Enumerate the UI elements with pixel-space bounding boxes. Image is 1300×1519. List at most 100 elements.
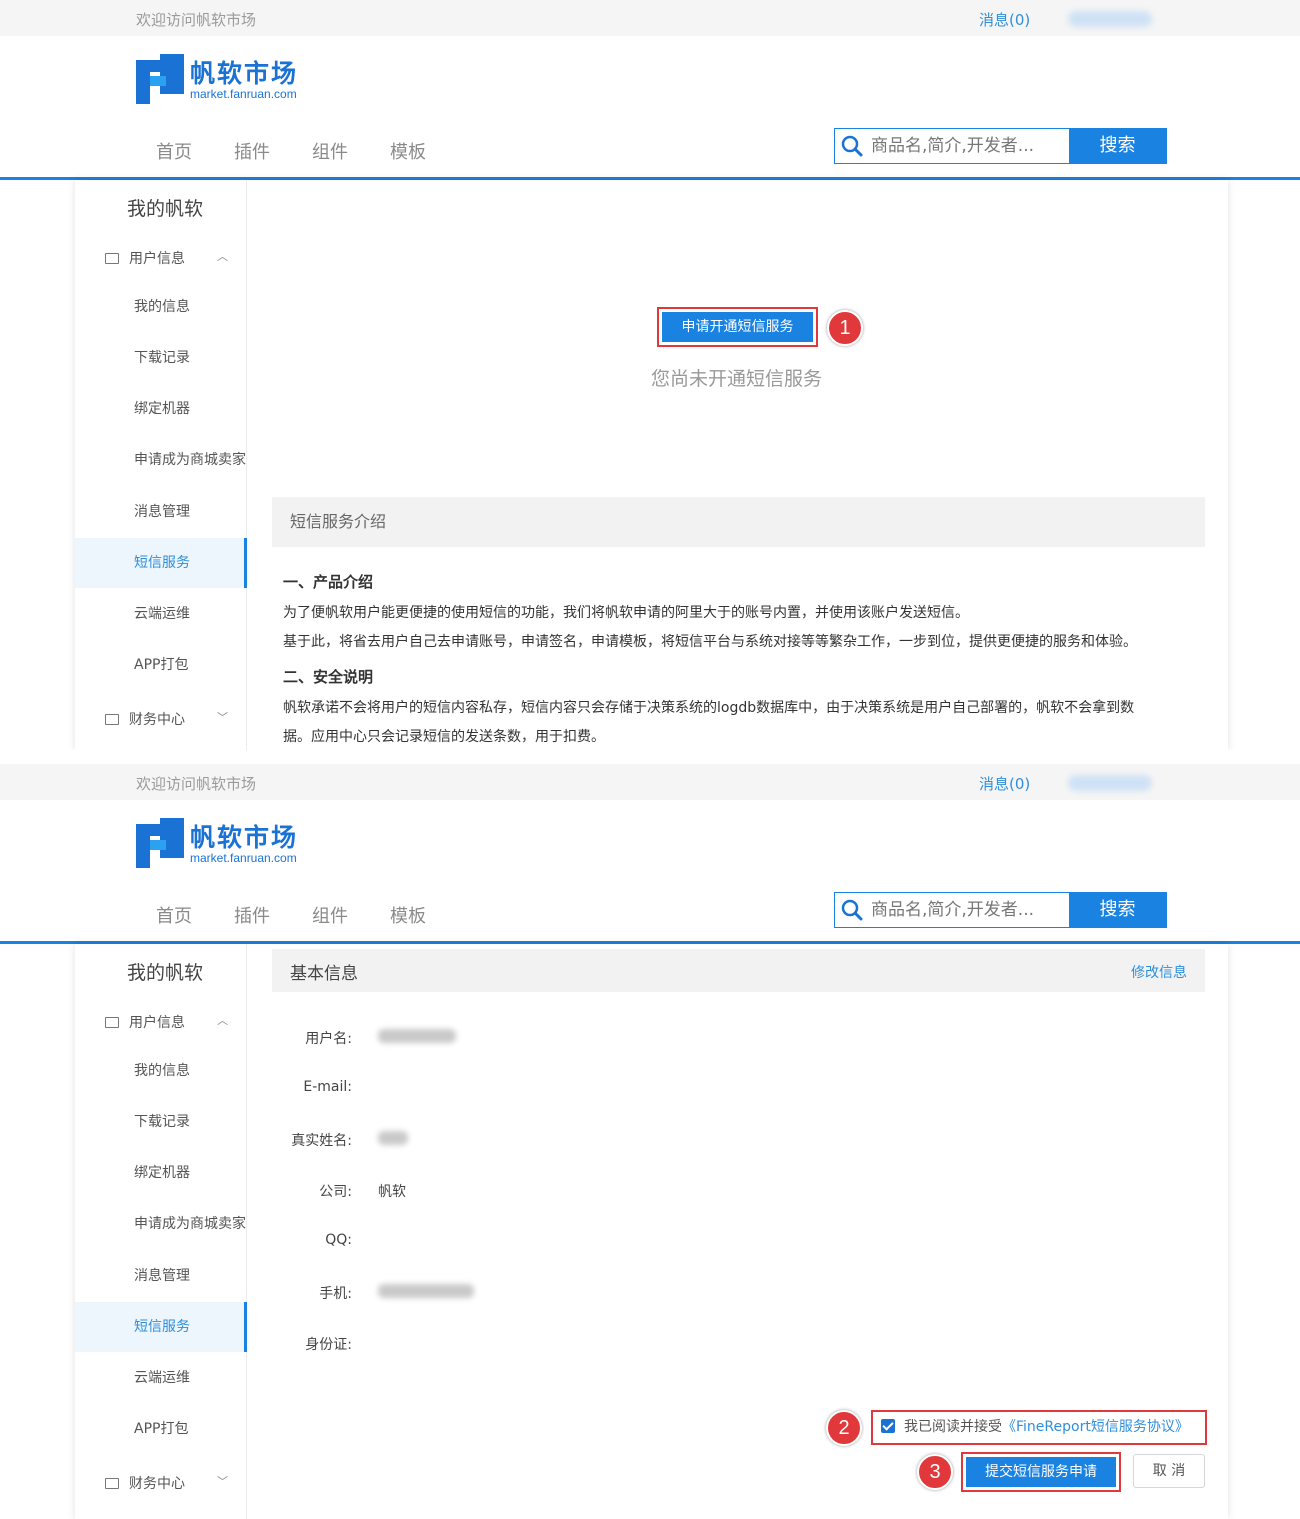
sidebar-item-my-info[interactable]: 我的信息 [75,282,247,332]
folder-icon [105,714,119,725]
submit-sms-application-button[interactable]: 提交短信服务申请 [966,1457,1116,1487]
panel-gap [0,750,1300,764]
sidebar-item-cloud-ops[interactable]: 云端运维 [75,1353,247,1403]
nav-home[interactable]: 首页 [156,902,192,928]
sidebar-item-become-seller[interactable]: 申请成为商城卖家 [75,1199,247,1249]
sidebar-item-app-packaging[interactable]: APP打包 [75,640,247,690]
cancel-button[interactable]: 取 消 [1133,1454,1205,1488]
search-bar: 商品名,简介,开发者... 搜索 [834,128,1167,164]
basic-info-title: 基本信息 [290,964,358,984]
agreement-link[interactable]: 《FineReport短信服务协议》 [1002,1419,1189,1435]
intro-header: 短信服务介绍 [272,497,1205,547]
content-card: 我的帆软 用户信息 ︿ 我的信息 下载记录 绑定机器 申请成为商城卖家 消息管理… [75,180,1228,750]
agreement-highlight: 我已阅读并接受《FineReport短信服务协议》 [871,1410,1207,1445]
sidebar-item-messages[interactable]: 消息管理 [75,1251,247,1301]
field-realname: 真实姓名: [272,1130,872,1152]
sidebar-item-app-packaging[interactable]: APP打包 [75,1404,247,1454]
nav-components[interactable]: 组件 [312,902,348,928]
folder-icon [105,1017,119,1028]
sidebar-item-my-info[interactable]: 我的信息 [75,1046,247,1096]
main-nav: 首页 插件 组件 模板 [156,902,426,928]
sidebar-item-downloads[interactable]: 下载记录 [75,333,247,383]
apply-sms-button[interactable]: 申请开通短信服务 [662,312,813,342]
section1-line1: 为了便帆软用户能更便捷的使用短信的功能，我们将帆软申请的阿里大于的账号内置，并使… [283,605,969,621]
fanruan-logo-icon [136,54,184,104]
field-email-label: E-mail: [303,1079,352,1095]
logo-url: market.fanruan.com [190,87,297,101]
edit-info-link[interactable]: 修改信息 [1131,962,1187,982]
sidebar-item-cloud-ops[interactable]: 云端运维 [75,589,247,639]
sidebar-title: 我的帆软 [127,962,204,984]
search-input[interactable]: 商品名,简介,开发者... [869,893,1069,927]
sidebar-group-finance[interactable]: 财务中心 ﹀ [105,1473,228,1493]
search-button[interactable]: 搜索 [1069,129,1166,163]
step-badge-1: 1 [827,310,863,346]
sms-status-text: 您尚未开通短信服务 [651,368,823,390]
username-link-blurred[interactable] [1068,775,1152,791]
logo-title: 帆软市场 [190,59,299,88]
search-bar: 商品名,简介,开发者... 搜索 [834,892,1167,928]
sidebar-item-sms-service[interactable]: 短信服务 [75,538,247,588]
sidebar-item-sms-service[interactable]: 短信服务 [75,1302,247,1352]
logo-title: 帆软市场 [190,823,299,852]
sidebar-item-messages[interactable]: 消息管理 [75,487,247,537]
field-idcard-label: 身份证: [305,1337,352,1353]
submit-highlight: 提交短信服务申请 [961,1452,1121,1492]
sidebar: 我的帆软 用户信息 ︿ 我的信息 下载记录 绑定机器 申请成为商城卖家 消息管理… [75,180,247,750]
nav-home[interactable]: 首页 [156,138,192,164]
sidebar-group-user[interactable]: 用户信息 ︿ [105,1012,228,1032]
sidebar-group-finance-label: 财务中心 [129,712,185,728]
field-phone-label: 手机: [319,1286,352,1302]
top-bar: 欢迎访问帆软市场 消息(0) [0,0,1300,36]
field-phone: 手机: [272,1283,872,1305]
field-qq-label: QQ: [325,1232,352,1248]
apply-highlight: 申请开通短信服务 [657,307,818,347]
sidebar: 我的帆软 用户信息 ︿ 我的信息 下载记录 绑定机器 申请成为商城卖家 消息管理… [75,944,247,1519]
sidebar-item-become-seller[interactable]: 申请成为商城卖家 [75,435,247,485]
messages-link[interactable]: 消息(0) [979,9,1030,30]
field-username: 用户名: [272,1028,872,1050]
logo[interactable]: 帆软市场 market.fanruan.com [136,818,316,870]
basic-info-header: 基本信息 修改信息 [272,949,1205,992]
nav-templates[interactable]: 模板 [390,902,426,928]
sidebar-item-bind-machine[interactable]: 绑定机器 [75,384,247,434]
messages-link[interactable]: 消息(0) [979,773,1030,794]
field-username-label: 用户名: [305,1031,352,1047]
sidebar-item-bind-machine[interactable]: 绑定机器 [75,1148,247,1198]
sidebar-group-finance[interactable]: 财务中心 ﹀ [105,709,228,729]
nav-plugins[interactable]: 插件 [234,902,270,928]
content-card: 我的帆软 用户信息 ︿ 我的信息 下载记录 绑定机器 申请成为商城卖家 消息管理… [75,944,1228,1519]
section1-line2: 基于此，将省去用户自己去申请账号，申请签名，申请模板，将短信平台与系统对接等等繁… [283,634,1137,650]
nav-templates[interactable]: 模板 [390,138,426,164]
sidebar-group-finance-label: 财务中心 [129,1476,185,1492]
step-badge-2: 2 [826,1410,862,1446]
field-username-value [378,1028,456,1044]
sidebar-group-user-label: 用户信息 [129,251,185,267]
section2-line2: 据。应用中心只会记录短信的发送条数，用于扣费。 [283,729,605,745]
logo-url: market.fanruan.com [190,851,297,865]
search-input[interactable]: 商品名,简介,开发者... [869,129,1069,163]
search-icon [835,129,869,163]
chevron-down-icon: ﹀ [217,1475,228,1488]
logo[interactable]: 帆软市场 market.fanruan.com [136,54,316,106]
screenshot-panel-1: 欢迎访问帆软市场 消息(0) 帆软市场 market.fanruan.com 首… [0,0,1300,750]
screenshot-panel-2: 欢迎访问帆软市场 消息(0) 帆软市场 market.fanruan.com 首… [0,764,1300,1519]
field-realname-value [378,1130,408,1146]
sidebar-group-user-label: 用户信息 [129,1015,185,1031]
field-company-value: 帆软 [378,1184,406,1200]
agree-checkbox[interactable] [881,1419,895,1433]
welcome-text: 欢迎访问帆软市场 [136,775,257,793]
field-idcard: 身份证: [272,1334,872,1356]
sidebar-item-downloads[interactable]: 下载记录 [75,1097,247,1147]
field-realname-label: 真实姓名: [291,1133,352,1149]
field-qq: QQ: [272,1232,872,1254]
search-button[interactable]: 搜索 [1069,893,1166,927]
field-company-label: 公司: [319,1184,352,1200]
username-link-blurred[interactable] [1068,11,1152,27]
fanruan-logo-icon [136,818,184,868]
nav-plugins[interactable]: 插件 [234,138,270,164]
nav-components[interactable]: 组件 [312,138,348,164]
sidebar-group-user[interactable]: 用户信息 ︿ [105,248,228,268]
main-nav: 首页 插件 组件 模板 [156,138,426,164]
welcome-text: 欢迎访问帆软市场 [136,11,257,29]
